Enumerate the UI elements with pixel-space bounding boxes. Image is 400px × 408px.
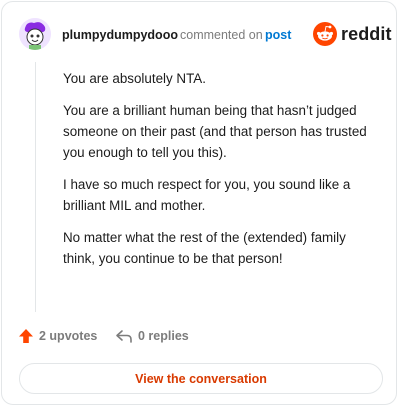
upvote-arrow-icon (19, 329, 33, 343)
reddit-snoo-icon (313, 22, 337, 46)
upvote-button[interactable]: 2 upvotes (18, 328, 97, 344)
upvote-count: 2 upvotes (39, 329, 98, 343)
comment-card: plumpydumpydooo commented on post reddit… (1, 1, 397, 405)
username-link[interactable]: plumpydumpydooo (62, 28, 178, 42)
replies-button[interactable]: 0 replies (115, 328, 189, 344)
comment-paragraph: You are a brilliant human being that has… (63, 103, 367, 160)
comment-header: plumpydumpydooo commented on post reddit (2, 2, 396, 62)
reddit-wordmark: reddit (341, 23, 392, 44)
comment-paragraph: I have so much respect for you, you soun… (63, 177, 351, 213)
reddit-logo[interactable]: reddit (313, 21, 392, 47)
comment-actions: 2 upvotes 0 replies (2, 322, 396, 352)
post-link[interactable]: post (265, 28, 291, 42)
reply-arrow-icon (116, 330, 132, 343)
reply-count: 0 replies (138, 329, 189, 343)
thread-line (35, 62, 36, 312)
comment-paragraph: No matter what the rest of the (extended… (63, 230, 346, 266)
user-avatar[interactable] (19, 18, 51, 50)
comment-paragraph: You are absolutely NTA. (63, 71, 206, 86)
avatar-icon (19, 18, 51, 50)
comment-body: You are absolutely NTA. You are a brilli… (63, 68, 381, 280)
commented-on-text: commented on (180, 28, 263, 42)
view-conversation-button[interactable]: View the conversation (19, 363, 383, 394)
